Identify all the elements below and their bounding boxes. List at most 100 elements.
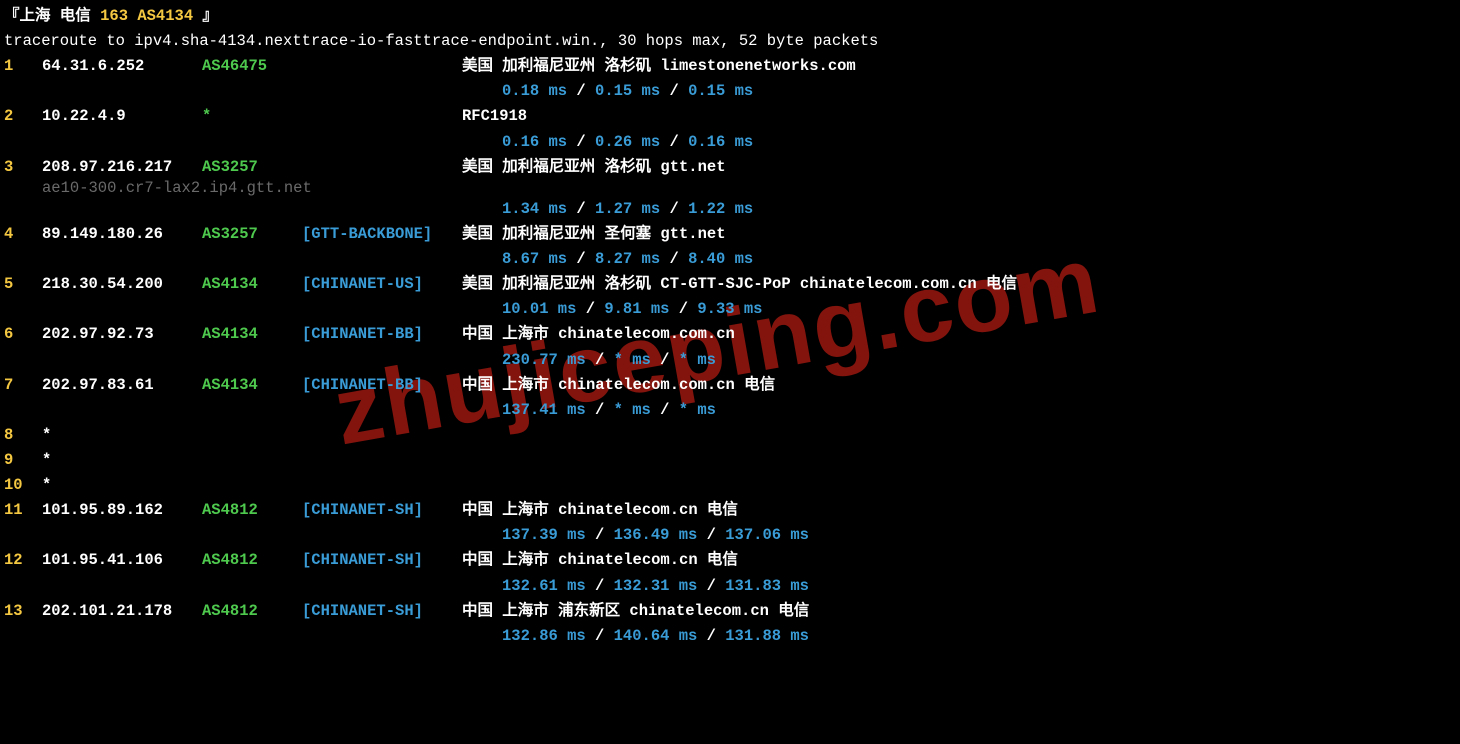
hop-number: 6 (4, 322, 42, 347)
hop-row: 6202.97.92.73AS4134[CHINANET-BB]中国 上海市 c… (4, 322, 1456, 347)
hop-number: 10 (4, 473, 42, 498)
hop-tag: [CHINANET-BB] (302, 373, 462, 398)
hop-asn: AS4812 (202, 548, 302, 573)
timing-sep: / (586, 526, 614, 544)
timing-sep: / (567, 250, 595, 268)
hop-ip: 64.31.6.252 (42, 54, 202, 79)
timing-sep: / (586, 627, 614, 645)
timing-sep: / (660, 250, 688, 268)
timing-1: 8.67 ms (502, 250, 567, 268)
header-asn: 163 AS4134 (100, 7, 193, 25)
timing-sep: / (660, 82, 688, 100)
timing-3: * ms (679, 401, 716, 419)
timing-sep: / (651, 351, 679, 369)
hop-tag: [CHINANET-BB] (302, 322, 462, 347)
hop-tag: [CHINANET-SH] (302, 599, 462, 624)
hop-tag: [CHINANET-SH] (302, 498, 462, 523)
hop-asn: AS4812 (202, 498, 302, 523)
hop-asn: AS4812 (202, 599, 302, 624)
timing-3: 131.88 ms (725, 627, 809, 645)
hop-timings: 8.67 ms / 8.27 ms / 8.40 ms (4, 247, 1456, 272)
hop-row: 489.149.180.26AS3257[GTT-BACKBONE]美国 加利福… (4, 222, 1456, 247)
header-prefix: 『上海 电信 (4, 7, 100, 25)
hop-number: 2 (4, 104, 42, 129)
header-suffix: 』 (193, 7, 218, 25)
hop-number: 3 (4, 155, 42, 180)
timing-3: 9.33 ms (697, 300, 762, 318)
terminal-output: 『上海 电信 163 AS4134 』 traceroute to ipv4.s… (4, 4, 1456, 649)
hop-ip: 202.97.83.61 (42, 373, 202, 398)
hop-location: 美国 加利福尼亚州 洛杉矶 limestonenetworks.com (462, 54, 856, 79)
hop-timings: 132.61 ms / 132.31 ms / 131.83 ms (4, 574, 1456, 599)
hop-ip: * (42, 473, 202, 498)
hop-asn: AS4134 (202, 322, 302, 347)
timing-3: 1.22 ms (688, 200, 753, 218)
hop-timings: 137.41 ms / * ms / * ms (4, 398, 1456, 423)
hop-row: 164.31.6.252AS46475美国 加利福尼亚州 洛杉矶 limesto… (4, 54, 1456, 79)
timing-1: 1.34 ms (502, 200, 567, 218)
timing-sep: / (586, 577, 614, 595)
timing-sep: / (567, 133, 595, 151)
timing-1: 132.61 ms (502, 577, 586, 595)
timing-3: 0.15 ms (688, 82, 753, 100)
timing-sep: / (576, 300, 604, 318)
hop-row: 12101.95.41.106AS4812[CHINANET-SH]中国 上海市… (4, 548, 1456, 573)
hop-ip: 89.149.180.26 (42, 222, 202, 247)
timing-sep: / (697, 577, 725, 595)
hop-timings: 0.16 ms / 0.26 ms / 0.16 ms (4, 130, 1456, 155)
hop-asn: AS46475 (202, 54, 302, 79)
timing-3: 8.40 ms (688, 250, 753, 268)
hop-ip: 202.101.21.178 (42, 599, 202, 624)
hop-row: 5218.30.54.200AS4134[CHINANET-US]美国 加利福尼… (4, 272, 1456, 297)
hop-ip: * (42, 423, 202, 448)
timing-sep: / (651, 401, 679, 419)
hop-row: 9* (4, 448, 1456, 473)
hop-timings: 132.86 ms / 140.64 ms / 131.88 ms (4, 624, 1456, 649)
hop-asn: AS4134 (202, 272, 302, 297)
hop-row: 13202.101.21.178AS4812[CHINANET-SH]中国 上海… (4, 599, 1456, 624)
timing-2: 1.27 ms (595, 200, 660, 218)
timing-sep: / (660, 133, 688, 151)
timing-2: 140.64 ms (614, 627, 698, 645)
hop-location: 中国 上海市 chinatelecom.cn 电信 (462, 498, 738, 523)
timing-1: 0.18 ms (502, 82, 567, 100)
timing-2: 136.49 ms (614, 526, 698, 544)
hop-location: 中国 上海市 浦东新区 chinatelecom.cn 电信 (462, 599, 809, 624)
hop-location: 美国 加利福尼亚州 圣何塞 gtt.net (462, 222, 726, 247)
hop-row: 10* (4, 473, 1456, 498)
timing-2: 132.31 ms (614, 577, 698, 595)
hop-ip: * (42, 448, 202, 473)
timing-2: 0.26 ms (595, 133, 660, 151)
hop-tag: [GTT-BACKBONE] (302, 222, 462, 247)
timing-1: 137.39 ms (502, 526, 586, 544)
timing-sep: / (567, 82, 595, 100)
hop-number: 13 (4, 599, 42, 624)
timing-2: * ms (614, 401, 651, 419)
timing-sep: / (660, 200, 688, 218)
hop-ip: 101.95.41.106 (42, 548, 202, 573)
hops-list: 164.31.6.252AS46475美国 加利福尼亚州 洛杉矶 limesto… (4, 54, 1456, 649)
hop-location: 中国 上海市 chinatelecom.cn 电信 (462, 548, 738, 573)
hop-location: 中国 上海市 chinatelecom.com.cn 电信 (462, 373, 775, 398)
timing-2: 0.15 ms (595, 82, 660, 100)
timing-1: 137.41 ms (502, 401, 586, 419)
hop-row: 7202.97.83.61AS4134[CHINANET-BB]中国 上海市 c… (4, 373, 1456, 398)
hop-number: 9 (4, 448, 42, 473)
timing-3: 131.83 ms (725, 577, 809, 595)
hop-location: 美国 加利福尼亚州 洛杉矶 CT-GTT-SJC-PoP chinateleco… (462, 272, 1017, 297)
timing-sep: / (567, 200, 595, 218)
hop-number: 4 (4, 222, 42, 247)
hop-tag: [CHINANET-US] (302, 272, 462, 297)
hop-location: 中国 上海市 chinatelecom.com.cn (462, 322, 735, 347)
timing-1: 132.86 ms (502, 627, 586, 645)
hop-ip: 218.30.54.200 (42, 272, 202, 297)
hop-asn: AS3257 (202, 222, 302, 247)
timing-2: 9.81 ms (604, 300, 669, 318)
hop-timings: 0.18 ms / 0.15 ms / 0.15 ms (4, 79, 1456, 104)
hop-number: 11 (4, 498, 42, 523)
hop-timings: 10.01 ms / 9.81 ms / 9.33 ms (4, 297, 1456, 322)
hop-ip: 101.95.89.162 (42, 498, 202, 523)
hop-row: 210.22.4.9*RFC1918 (4, 104, 1456, 129)
timing-sep: / (697, 526, 725, 544)
hop-number: 5 (4, 272, 42, 297)
